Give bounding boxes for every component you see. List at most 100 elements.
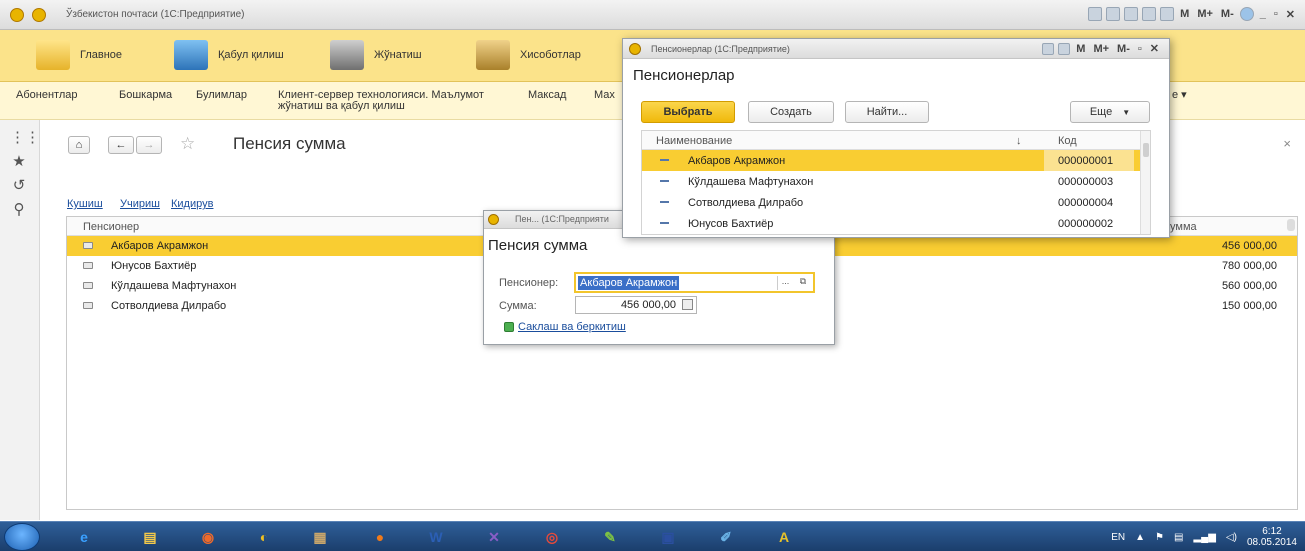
func-client-server[interactable]: Клиент-сервер технологияси. Маълумот жўн… — [278, 90, 508, 112]
chrome-icon[interactable]: ◎ — [534, 526, 570, 548]
firefox-icon[interactable]: ● — [362, 526, 398, 548]
table-row[interactable]: Акбаров Акрамжон 000000001 — [642, 150, 1150, 171]
close-page-button[interactable]: × — [1283, 136, 1291, 151]
func-abonents[interactable]: Абонентлар — [16, 90, 77, 101]
more-button[interactable]: Еще ▼ — [1070, 101, 1150, 123]
add-link[interactable]: Кушиш — [67, 198, 103, 210]
sum-field[interactable]: 456 000,00 — [575, 296, 697, 314]
row-name: Акбаров Акрамжон — [111, 240, 209, 252]
pensioner-field[interactable]: Акбаров Акрамжон ... ⧉ — [574, 272, 815, 293]
favorite-star-icon[interactable]: ☆ — [180, 134, 195, 154]
app-title: Ўзбекистон почтаси (1С:Предприятие) — [66, 9, 245, 20]
save-and-close-button[interactable]: Саклаш ва беркитиш — [504, 321, 626, 333]
column-code[interactable]: Код — [1058, 135, 1077, 147]
link-icon[interactable] — [1088, 7, 1103, 21]
create-button[interactable]: Создать — [748, 101, 834, 123]
list-scrollbar[interactable] — [1287, 219, 1295, 231]
row-name: Кўлдашева Мафтунахон — [688, 176, 814, 188]
explorer-icon[interactable]: ▤ — [132, 526, 168, 548]
1c-logo-icon[interactable] — [10, 8, 24, 22]
signal-icon[interactable]: ▂▄▆ — [1193, 532, 1215, 543]
maximize-button[interactable]: ▫ — [1136, 43, 1144, 55]
func-maksad[interactable]: Максад — [528, 90, 566, 101]
network-icon[interactable]: ▤ — [1174, 532, 1183, 543]
section-send[interactable]: Жўнатиш — [330, 40, 422, 70]
calendar-icon[interactable] — [1058, 42, 1071, 55]
calendar-icon[interactable] — [1160, 7, 1175, 21]
func-boshkarma[interactable]: Бошкарма — [119, 90, 172, 101]
sort-icon[interactable]: ↓ — [1016, 135, 1022, 147]
media-icon[interactable]: ◉ — [190, 526, 226, 548]
brush-icon[interactable]: ✐ — [708, 526, 744, 548]
word-icon[interactable]: W — [418, 526, 454, 548]
func-partial[interactable]: Мах — [594, 90, 615, 101]
table-row[interactable]: Кўлдашева Мафтунахон 000000003 — [642, 171, 1150, 192]
close-button[interactable]: ✕ — [1284, 8, 1297, 21]
choice-button[interactable]: ... — [777, 276, 793, 290]
section-receive-label: Қабул қилиш — [218, 49, 284, 61]
history-icon[interactable] — [1124, 7, 1139, 21]
func-bulimlar[interactable]: Булимлар — [196, 90, 247, 101]
section-main[interactable]: Главное — [36, 40, 122, 70]
1c-icon[interactable]: ◐ — [246, 526, 282, 548]
save-icon[interactable]: ▣ — [650, 526, 686, 548]
1c-logo-icon — [488, 214, 499, 225]
record-icon — [83, 302, 93, 309]
grid-icon[interactable]: ⋮⋮ — [10, 128, 40, 146]
search-link[interactable]: Кидирув — [171, 198, 213, 210]
volume-icon[interactable]: ◁) — [1226, 532, 1237, 543]
calculator-icon[interactable] — [1142, 7, 1157, 21]
star-icon[interactable]: ★ — [10, 152, 28, 170]
paint-icon[interactable]: ✎ — [592, 526, 628, 548]
item-icon — [660, 180, 669, 182]
more-label: Еще — [1089, 106, 1113, 118]
back-button[interactable]: ← — [108, 136, 134, 154]
memory-minus-button[interactable]: M- — [1219, 8, 1236, 20]
calculator-icon[interactable] — [1042, 42, 1055, 55]
table-row[interactable]: Сотволдиева Дилрабо 000000004 — [642, 192, 1150, 213]
page-title: Пенсия сумма — [233, 134, 346, 153]
mail-icon[interactable]: ✕ — [476, 526, 512, 548]
select-button[interactable]: Выбрать — [641, 101, 735, 123]
home-button[interactable]: ⌂ — [68, 136, 90, 154]
delete-link[interactable]: Учириш — [120, 198, 160, 210]
column-name[interactable]: Наименование — [656, 135, 732, 147]
close-button[interactable]: ✕ — [1148, 42, 1161, 55]
find-button[interactable]: Найти... — [845, 101, 929, 123]
main-menu-icon[interactable] — [32, 8, 46, 22]
calculator-icon[interactable] — [682, 299, 693, 310]
search-icon[interactable]: ⚲ — [10, 200, 28, 218]
memory-plus-button[interactable]: M+ — [1195, 8, 1215, 20]
section-reports[interactable]: Хисоботлар — [476, 40, 581, 70]
func-more[interactable]: е ▾ — [1172, 90, 1187, 101]
item-icon — [660, 201, 669, 203]
info-icon[interactable] — [1239, 7, 1254, 21]
row-name: Сотволдиева Дилрабо — [688, 197, 804, 209]
memory-minus-button[interactable]: M- — [1115, 43, 1132, 55]
start-button[interactable] — [4, 523, 40, 551]
flag-icon[interactable]: ⚑ — [1155, 532, 1164, 543]
favorites-icon[interactable] — [1106, 7, 1121, 21]
scroll-thumb[interactable] — [1143, 143, 1149, 157]
select-table-scrollbar[interactable] — [1140, 131, 1150, 234]
save-check-icon — [504, 322, 514, 332]
pdf-icon[interactable]: A — [766, 526, 802, 548]
tray-expand-icon[interactable]: ▲ — [1135, 532, 1145, 543]
clock[interactable]: 6:12 08.05.2014 — [1247, 526, 1297, 548]
minimize-button[interactable]: _ — [1258, 8, 1268, 20]
history-icon[interactable]: ↺ — [10, 176, 28, 194]
select-table-header: Наименование ↓ Код — [642, 131, 1150, 150]
column-sum[interactable]: умма — [1170, 221, 1197, 233]
archive-icon[interactable]: ▦ — [302, 526, 338, 548]
restore-button[interactable]: ▫ — [1272, 8, 1280, 20]
memory-button[interactable]: M — [1178, 8, 1191, 20]
table-row[interactable]: Юнусов Бахтиёр 000000002 — [642, 213, 1150, 234]
forward-button[interactable]: → — [136, 136, 162, 154]
section-receive[interactable]: Қабул қилиш — [174, 40, 284, 70]
ie-icon[interactable]: e — [66, 526, 102, 548]
column-pensioner[interactable]: Пенсионер — [83, 221, 139, 233]
language-indicator[interactable]: EN — [1111, 532, 1125, 543]
open-icon[interactable]: ⧉ — [796, 276, 810, 290]
memory-plus-button[interactable]: M+ — [1091, 43, 1111, 55]
memory-button[interactable]: M — [1074, 43, 1087, 55]
